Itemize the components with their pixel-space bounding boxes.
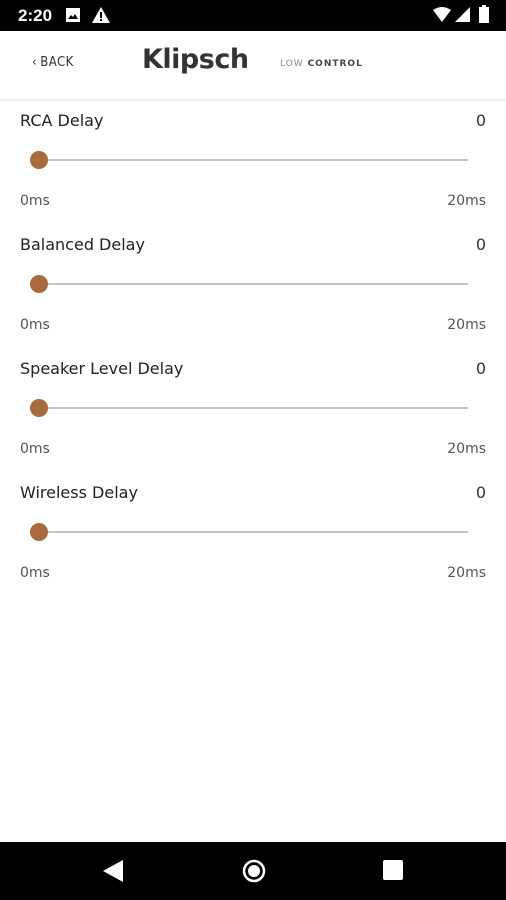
range-min-label: 0ms: [20, 565, 50, 581]
range-max-label: 20ms: [447, 193, 486, 209]
recents-square-icon[interactable]: [383, 860, 403, 885]
range-min-label: 0ms: [20, 317, 50, 333]
rca-delay-slider[interactable]: [30, 148, 468, 172]
brand-subtitle: LOW CONTROL: [280, 59, 363, 69]
delay-item-rca: RCA Delay 0 0ms 20ms: [0, 100, 506, 224]
delay-label: RCA Delay: [20, 111, 104, 130]
slider-thumb[interactable]: [30, 399, 48, 417]
delay-item-balanced: Balanced Delay 0 0ms 20ms: [0, 224, 506, 348]
status-time: 2:20: [18, 6, 53, 25]
chevron-left-icon: ‹: [32, 55, 38, 70]
delay-value: 0: [475, 111, 486, 130]
range-max-label: 20ms: [447, 317, 486, 333]
back-button[interactable]: ‹ BACK: [32, 55, 74, 70]
range-max-label: 20ms: [447, 565, 486, 581]
slider-track: [40, 407, 468, 409]
slider-thumb[interactable]: [30, 275, 48, 293]
brand-logo: Klipsch: [142, 44, 249, 75]
image-icon: [66, 8, 80, 27]
delay-item-speaker-level: Speaker Level Delay 0 0ms 20ms: [0, 348, 506, 472]
slider-track: [40, 159, 468, 161]
delay-value: 0: [475, 235, 486, 254]
delay-label: Speaker Level Delay: [20, 359, 184, 378]
brand-subtitle-strong: CONTROL: [307, 59, 363, 69]
slider-track: [40, 531, 468, 533]
speaker-level-delay-slider[interactable]: [30, 396, 468, 420]
range-min-label: 0ms: [20, 441, 50, 457]
slider-thumb[interactable]: [30, 151, 48, 169]
slider-track: [40, 283, 468, 285]
back-triangle-icon[interactable]: [103, 860, 123, 887]
battery-icon: [479, 5, 489, 28]
status-bar: 2:20: [0, 0, 506, 31]
delay-item-wireless: Wireless Delay 0 0ms 20ms: [0, 472, 506, 596]
app-header: ‹ BACK Klipsch LOW CONTROL: [0, 31, 506, 100]
system-nav-bar: [0, 842, 506, 900]
balanced-delay-slider[interactable]: [30, 272, 468, 296]
wifi-icon: [433, 7, 451, 27]
delay-label: Wireless Delay: [20, 483, 138, 502]
signal-icon: [455, 7, 470, 27]
delay-label: Balanced Delay: [20, 235, 145, 254]
range-min-label: 0ms: [20, 193, 50, 209]
alert-icon: [92, 7, 110, 28]
back-label: BACK: [40, 55, 74, 70]
delay-value: 0: [475, 359, 486, 378]
delay-settings-list: RCA Delay 0 0ms 20ms Balanced Delay 0 0m…: [0, 100, 506, 596]
wireless-delay-slider[interactable]: [30, 520, 468, 544]
range-max-label: 20ms: [447, 441, 486, 457]
delay-value: 0: [475, 483, 486, 502]
home-circle-icon[interactable]: [242, 859, 266, 888]
brand-subtitle-light: LOW: [280, 59, 304, 69]
slider-thumb[interactable]: [30, 523, 48, 541]
